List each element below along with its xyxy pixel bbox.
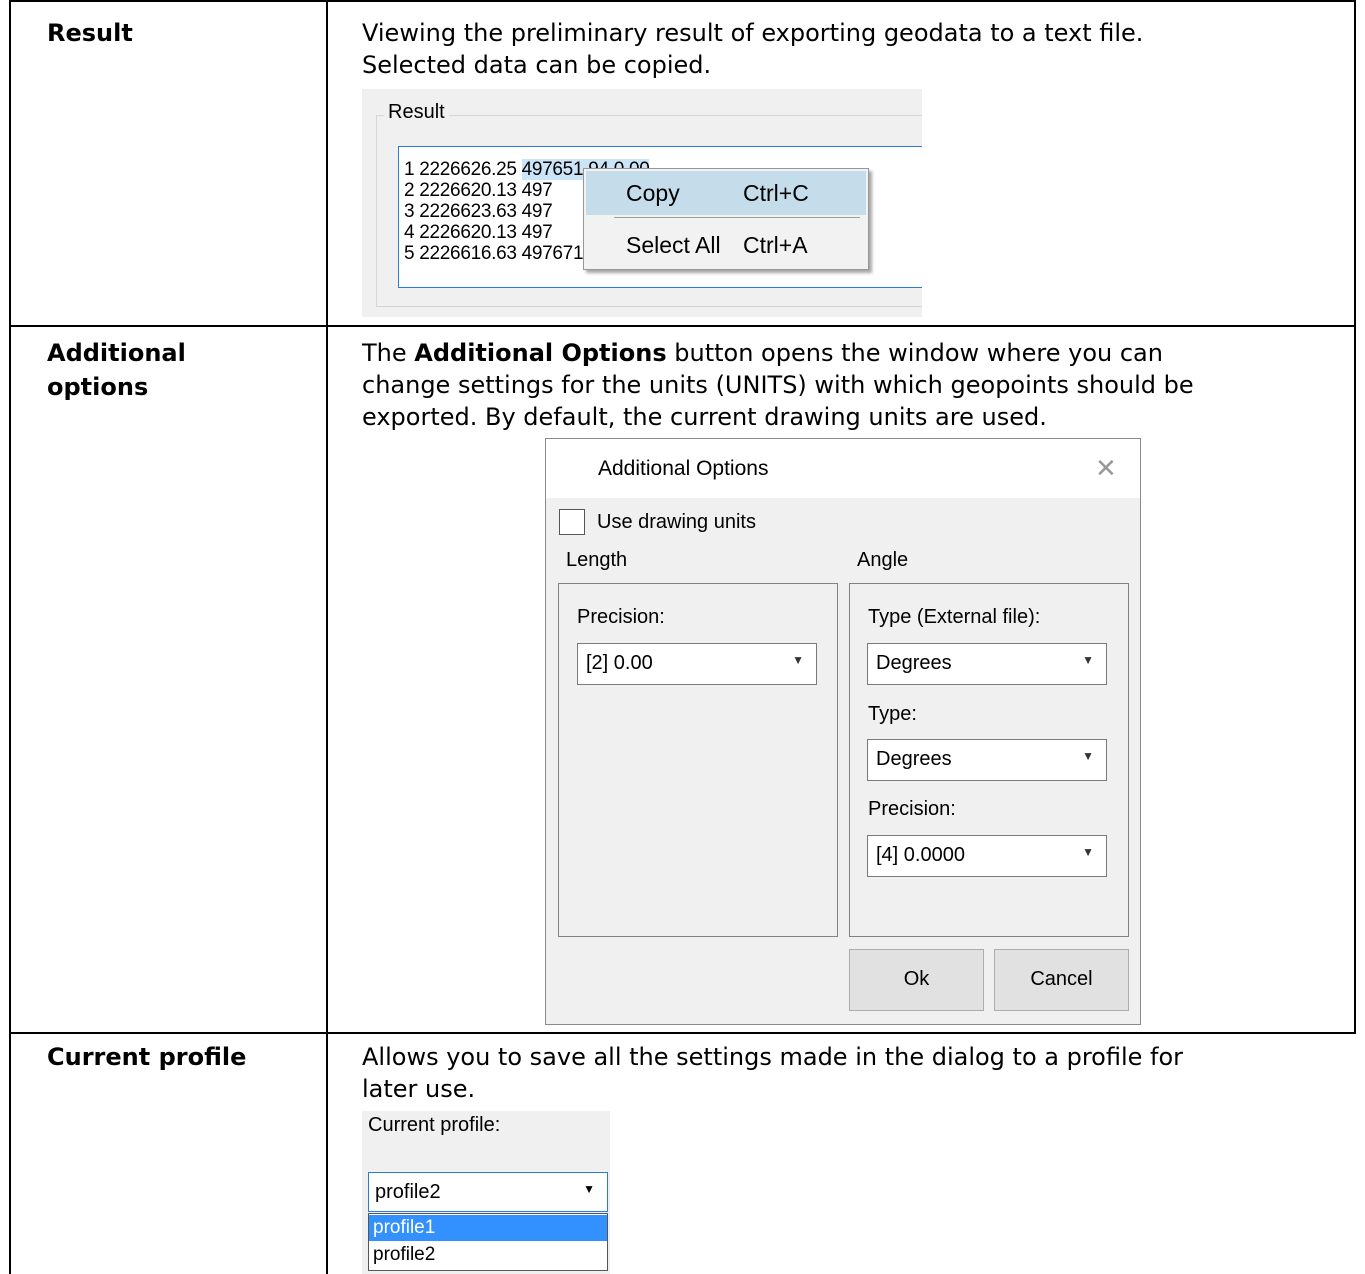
result-line: 2 2226620.13 497: [404, 180, 553, 201]
description-line: exported. By default, the current drawin…: [362, 403, 1047, 431]
context-menu-copy[interactable]: Copy Ctrl+C: [586, 171, 866, 215]
result-panel-screenshot: Result 1 2226626.25 497651.94 0.00 2 222…: [362, 89, 922, 317]
row-description-result: Viewing the preliminary result of export…: [362, 17, 1143, 81]
document-table: Result Viewing the preliminary result of…: [0, 0, 1365, 1274]
angle-type-external-label: Type (External file):: [868, 606, 1041, 628]
current-profile-dropdown[interactable]: profile2 ▼: [368, 1172, 608, 1212]
result-group-title: Result: [384, 101, 449, 124]
description-line: Allows you to save all the settings made…: [362, 1043, 1184, 1071]
dialog-title-bar: Additional Options ✕: [546, 439, 1140, 498]
description-line: later use.: [362, 1075, 476, 1103]
context-menu-select-all[interactable]: Select All Ctrl+A: [586, 223, 866, 267]
context-menu: Copy Ctrl+C Select All Ctrl+A: [583, 168, 869, 270]
length-group-box: [558, 583, 838, 937]
ok-button[interactable]: Ok: [849, 949, 984, 1011]
length-precision-dropdown[interactable]: [2] 0.00 ▼: [577, 643, 817, 685]
profile-option[interactable]: profile2: [369, 1242, 607, 1268]
table-top-border: [9, 0, 1356, 2]
use-drawing-units-label: Use drawing units: [597, 511, 756, 533]
row-description-current-profile: Allows you to save all the settings made…: [362, 1041, 1183, 1105]
row-label-current-profile: Current profile: [47, 1043, 247, 1071]
description-line: Viewing the preliminary result of export…: [362, 19, 1144, 47]
angle-precision-label: Precision:: [868, 798, 956, 820]
result-line: 4 2226620.13 497: [404, 222, 553, 243]
angle-type-label: Type:: [868, 703, 917, 725]
row-description-additional-options: The Additional Options button opens the …: [362, 337, 1194, 433]
chevron-down-icon: ▼: [792, 653, 804, 667]
row-divider: [9, 1032, 1356, 1034]
context-menu-separator: [614, 217, 860, 218]
dialog-title: Additional Options: [598, 457, 769, 480]
close-icon[interactable]: ✕: [1095, 453, 1117, 484]
description-line: The Additional Options button opens the …: [362, 339, 1163, 367]
row-label-result: Result: [47, 19, 133, 47]
row-divider: [9, 325, 1356, 327]
table-column-divider: [326, 0, 328, 1274]
description-line: change settings for the units (UNITS) wi…: [362, 371, 1194, 399]
angle-type-dropdown[interactable]: Degrees ▼: [867, 739, 1107, 781]
table-right-border: [1354, 0, 1356, 1034]
chevron-down-icon: ▼: [583, 1182, 595, 1196]
chevron-down-icon: ▼: [1082, 749, 1094, 763]
length-precision-label: Precision:: [577, 606, 665, 628]
current-profile-screenshot: Current profile: profile2 ▼ profile1 pro…: [362, 1111, 610, 1274]
additional-options-dialog: Additional Options ✕ Use drawing units L…: [545, 438, 1141, 1025]
angle-type-external-dropdown[interactable]: Degrees ▼: [867, 643, 1107, 685]
profile-option[interactable]: profile1: [369, 1215, 607, 1241]
angle-precision-dropdown[interactable]: [4] 0.0000 ▼: [867, 835, 1107, 877]
length-group-title: Length: [566, 549, 628, 571]
result-line: 3 2226623.63 497: [404, 201, 553, 222]
chevron-down-icon: ▼: [1082, 845, 1094, 859]
chevron-down-icon: ▼: [1082, 653, 1094, 667]
use-drawing-units-checkbox[interactable]: [559, 509, 585, 535]
current-profile-label: Current profile:: [368, 1114, 501, 1136]
angle-group-title: Angle: [857, 549, 909, 571]
table-left-border: [9, 0, 11, 1274]
profile-dropdown-list: profile1 profile2: [368, 1213, 608, 1271]
cancel-button[interactable]: Cancel: [994, 949, 1129, 1011]
row-label-additional-options: Additional options: [47, 339, 186, 401]
description-line: Selected data can be copied.: [362, 51, 712, 79]
